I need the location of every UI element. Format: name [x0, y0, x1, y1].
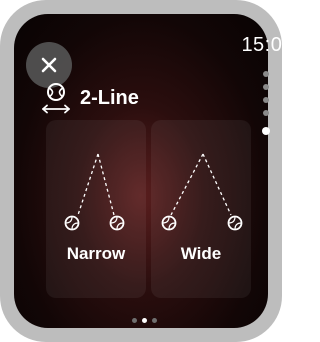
scroll-dot [263, 84, 269, 90]
page-dot-active [142, 318, 147, 323]
scroll-dot [263, 71, 269, 77]
option-card-wide[interactable]: Wide [151, 120, 251, 298]
page-title-row: 2-Line [40, 80, 139, 116]
status-time: 15:03 [241, 34, 294, 56]
page-indicator [132, 318, 157, 323]
option-label-narrow: Narrow [66, 244, 126, 263]
page-dot [152, 318, 157, 323]
option-label-wide: Wide [180, 244, 222, 263]
page-dot [132, 318, 137, 323]
page-title: 2-Line [80, 86, 139, 109]
scroll-dot [263, 97, 269, 103]
scroll-dot [263, 110, 269, 116]
close-icon [41, 57, 57, 73]
tennis-ball-with-arrows-icon [42, 83, 70, 114]
wide-two-line-diagram-icon [161, 153, 243, 231]
narrow-two-line-diagram-icon [64, 153, 125, 231]
option-card-narrow[interactable]: Narrow [46, 120, 146, 298]
scroll-dot-active [262, 127, 270, 135]
scroll-indicator [262, 71, 271, 137]
